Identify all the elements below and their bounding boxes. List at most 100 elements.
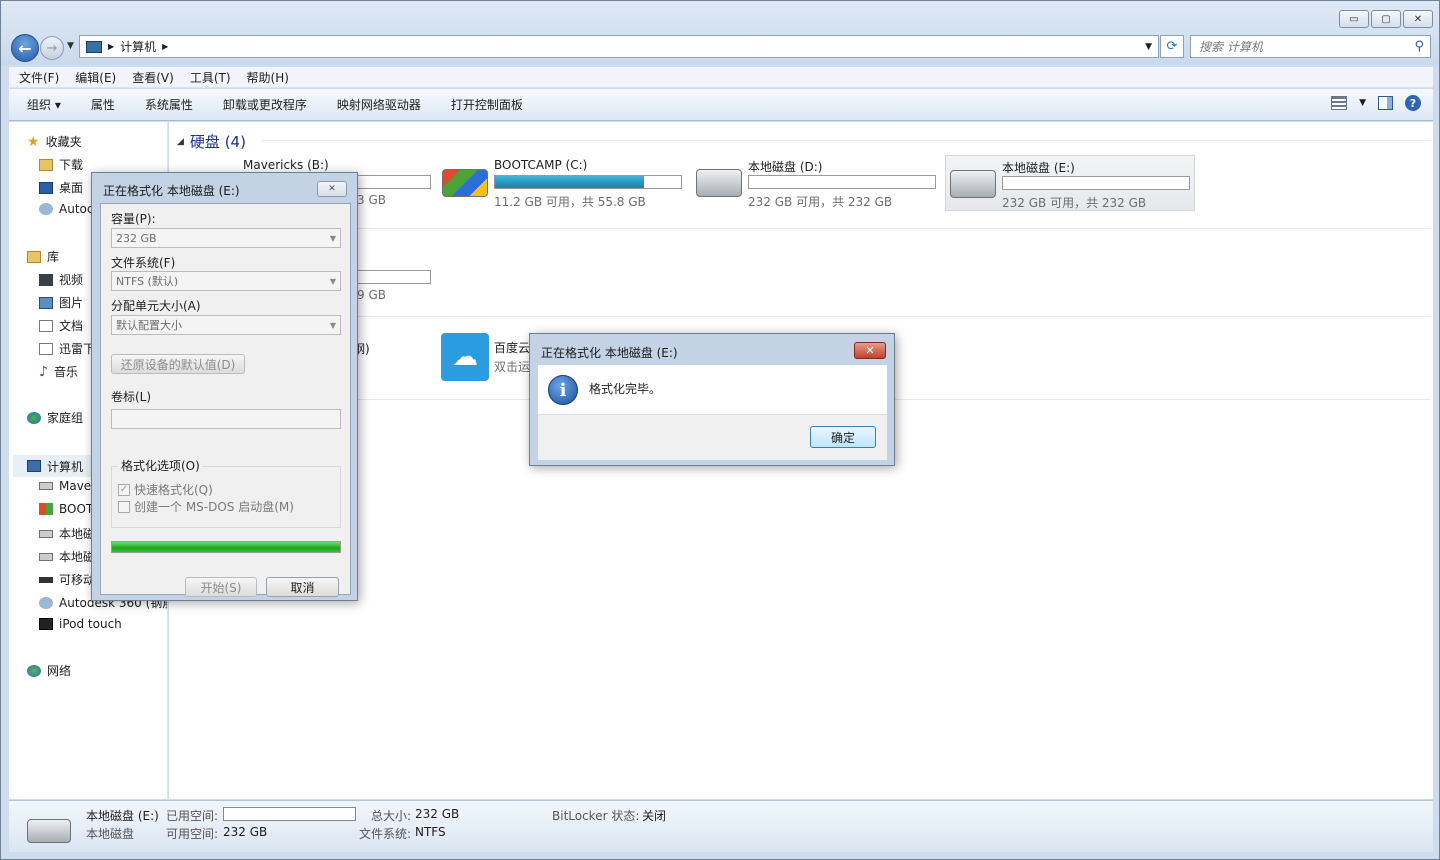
back-arrow-icon[interactable]: ←: [11, 34, 39, 62]
drive-c[interactable]: BOOTCAMP (C:) 11.2 GB 可用，共 55.8 GB: [438, 155, 688, 211]
breadcrumb-arrow-icon[interactable]: ▶: [108, 42, 114, 51]
close-icon[interactable]: ✕: [854, 342, 886, 359]
group-header-hdd[interactable]: ◢ 硬盘 (4): [177, 131, 246, 152]
baidu-cloud-icon[interactable]: ☁: [441, 333, 489, 381]
maximize-button[interactable]: ▢: [1371, 10, 1401, 28]
drive-icon: [39, 529, 53, 538]
view-dropdown-icon[interactable]: ▼: [1359, 98, 1366, 108]
nav-downloads[interactable]: 下载: [39, 156, 83, 173]
chevron-down-icon: ▼: [329, 276, 336, 286]
nav-drive-d[interactable]: 本地磁: [39, 525, 95, 542]
capacity-label: 容量(P):: [111, 212, 156, 226]
breadcrumb-arrow-icon[interactable]: ▶: [162, 42, 168, 51]
control-panel-button[interactable]: 打开控制面板: [451, 96, 523, 113]
view-controls: ▼ ?: [1331, 95, 1421, 111]
drive-name: 本地磁盘 (E:): [1002, 161, 1075, 175]
uninstall-button[interactable]: 卸载或更改程序: [223, 96, 307, 113]
library-icon: [27, 250, 41, 263]
search-icon[interactable]: ⚲: [1414, 39, 1424, 54]
allocation-label: 分配单元大小(A): [111, 299, 201, 313]
nav-music[interactable]: ♪ 音乐: [39, 363, 78, 380]
menu-tools[interactable]: 工具(T): [190, 69, 231, 86]
command-bar: 组织 ▾ 属性 系统属性 卸载或更改程序 映射网络驱动器 打开控制面板 ▼ ?: [9, 89, 1433, 121]
nav-removable[interactable]: 可移动: [39, 571, 95, 588]
search-input[interactable]: 搜索 计算机 ⚲: [1190, 35, 1431, 58]
ok-button[interactable]: 确定: [810, 426, 876, 448]
breadcrumb-computer[interactable]: 计算机: [120, 38, 156, 55]
address-dropdown-icon[interactable]: ▼: [1145, 42, 1152, 52]
menu-help[interactable]: 帮助(H): [247, 69, 289, 86]
close-button[interactable]: ✕: [1403, 10, 1433, 28]
nav-videos[interactable]: 视频: [39, 271, 83, 288]
video-icon: [39, 273, 53, 286]
view-options-icon[interactable]: [1331, 96, 1348, 110]
nav-documents[interactable]: 文档: [39, 317, 83, 334]
allocation-select[interactable]: 默认配置大小 ▼: [111, 315, 341, 335]
computer-icon: [27, 460, 41, 472]
drive-info: 3 GB: [357, 193, 386, 207]
removable-drive-icon: [39, 576, 53, 583]
drive-d[interactable]: 本地磁盘 (D:) 232 GB 可用，共 232 GB: [692, 155, 942, 211]
history-dropdown-icon[interactable]: ▼: [67, 41, 74, 51]
drive-name: Mavericks (B:): [243, 158, 329, 172]
details-total-value: 232 GB: [415, 807, 460, 821]
nav-favorites[interactable]: ★ 收藏夹: [27, 133, 82, 150]
quick-format-checkbox[interactable]: ✓ 快速格式化(Q): [118, 481, 213, 498]
downloads-folder-icon: [39, 158, 53, 171]
menu-view[interactable]: 查看(V): [132, 69, 174, 86]
drive-icon: [696, 169, 742, 197]
baidu-cloud-name[interactable]: 百度云: [494, 339, 530, 356]
cancel-button[interactable]: 取消: [266, 577, 339, 597]
forward-arrow-icon[interactable]: →: [40, 36, 64, 60]
organize-button[interactable]: 组织 ▾: [27, 96, 61, 113]
volume-label-input[interactable]: [111, 409, 341, 429]
nav-drive-e[interactable]: 本地磁: [39, 548, 95, 565]
properties-button[interactable]: 属性: [91, 96, 115, 113]
refresh-icon[interactable]: ⟳: [1160, 35, 1184, 58]
computer-icon: [86, 40, 102, 53]
filesystem-select[interactable]: NTFS (默认) ▼: [111, 271, 341, 291]
title-bar: ▭ ▢ ✕ ← → ▼ ▶ 计算机 ▶ ▼ ⟳ 搜索 计算机 ⚲: [1, 1, 1439, 65]
details-free-label: 可用空间:: [166, 827, 219, 841]
address-bar[interactable]: ▶ 计算机 ▶ ▼: [79, 35, 1159, 58]
volume-label-label: 卷标(L): [111, 390, 152, 404]
nav-desktop[interactable]: 桌面: [39, 179, 83, 196]
capacity-select[interactable]: 232 GB ▼: [111, 228, 341, 248]
search-placeholder: 搜索 计算机: [1199, 40, 1263, 54]
baidu-cloud-sub: 双击运: [494, 360, 531, 374]
close-icon[interactable]: ✕: [317, 181, 347, 197]
format-options-group: 格式化选项(O) ✓ 快速格式化(Q) 创建一个 MS-DOS 启动盘(M): [111, 457, 341, 528]
restore-defaults-button[interactable]: 还原设备的默认值(D): [111, 354, 245, 374]
filesystem-label: 文件系统(F): [111, 256, 176, 270]
menu-bar: 文件(F) 编辑(E) 查看(V) 工具(T) 帮助(H): [9, 67, 1433, 88]
drive-name: BOOTCAMP (C:): [494, 158, 588, 172]
nav-xunlei[interactable]: 迅雷下: [39, 340, 95, 357]
help-icon[interactable]: ?: [1405, 95, 1421, 111]
nav-network[interactable]: 网络: [27, 662, 71, 679]
details-total-label: 总大小:: [371, 809, 412, 823]
minimize-button[interactable]: ▭: [1339, 10, 1369, 28]
format-dialog-title: 正在格式化 本地磁盘 (E:): [103, 184, 240, 198]
cloud-icon: [39, 203, 53, 215]
drive-name: 本地磁盘 (D:): [748, 160, 823, 174]
map-drive-button[interactable]: 映射网络驱动器: [337, 96, 421, 113]
nav-libraries[interactable]: 库: [27, 248, 59, 265]
nav-drive-bootcamp[interactable]: BOOT: [39, 502, 93, 516]
nav-pictures[interactable]: 图片: [39, 294, 83, 311]
network-icon: [27, 664, 41, 677]
start-button[interactable]: 开始(S): [185, 577, 257, 597]
preview-pane-icon[interactable]: [1378, 96, 1393, 110]
caption-buttons: ▭ ▢ ✕: [1339, 10, 1433, 28]
menu-edit[interactable]: 编辑(E): [75, 69, 116, 86]
menu-file[interactable]: 文件(F): [19, 69, 59, 86]
system-properties-button[interactable]: 系统属性: [145, 96, 193, 113]
nav-autodesk[interactable]: Autoc: [39, 202, 93, 216]
nav-homegroup[interactable]: 家庭组: [27, 409, 83, 426]
complete-dialog-title: 正在格式化 本地磁盘 (E:): [541, 346, 678, 360]
msdos-checkbox[interactable]: 创建一个 MS-DOS 启动盘(M): [118, 498, 294, 515]
nav-ipod[interactable]: iPod touch: [39, 617, 122, 631]
details-drive-name: 本地磁盘 (E:): [86, 809, 159, 823]
details-usage-bar: [223, 807, 356, 821]
nav-drive-mavericks[interactable]: Mave: [39, 479, 91, 493]
drive-e[interactable]: 本地磁盘 (E:) 232 GB 可用，共 232 GB: [945, 155, 1195, 211]
